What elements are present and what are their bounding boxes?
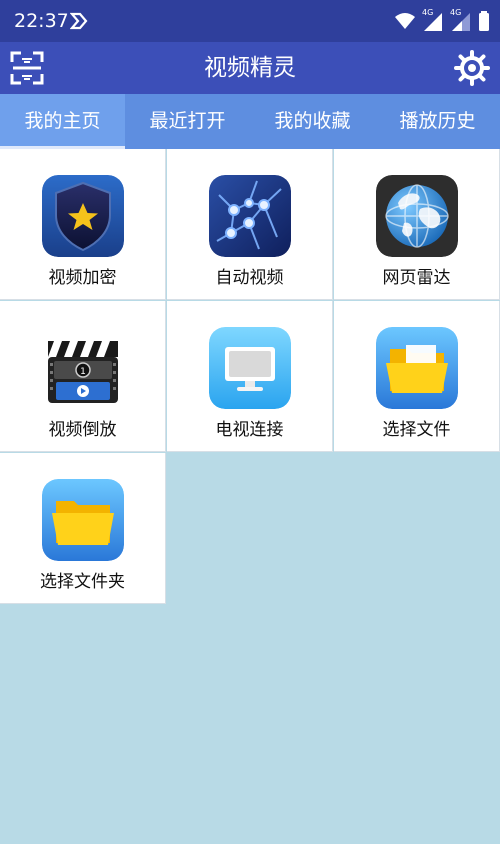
feature-grid: 视频加密 自动视频 网页雷达 1 视频倒放 电视连接 选择文件 选择文件夹 — [0, 149, 500, 604]
globe-icon — [375, 175, 458, 257]
signal-1: 4G — [422, 8, 444, 31]
page-title: 视频精灵 — [204, 55, 296, 81]
svg-text:1: 1 — [80, 367, 86, 377]
network-type-2: 4G — [450, 8, 462, 17]
tab-favorites[interactable]: 我的收藏 — [250, 94, 375, 149]
grid-item-label: 网页雷达 — [382, 268, 451, 288]
grid-item-video-encrypt[interactable]: 视频加密 — [0, 149, 166, 300]
status-icons: 4G 4G — [394, 8, 490, 32]
settings-button[interactable] — [454, 50, 490, 86]
grid-item-select-file[interactable]: 选择文件 — [334, 301, 500, 452]
grid-item-auto-video[interactable]: 自动视频 — [167, 149, 333, 300]
network-graph-icon — [208, 175, 291, 257]
gear-icon — [454, 50, 490, 86]
folder-icon — [41, 479, 124, 561]
grid-item-video-reverse[interactable]: 1 视频倒放 — [0, 301, 166, 452]
grid-item-tv-connect[interactable]: 电视连接 — [167, 301, 333, 452]
tab-recent[interactable]: 最近打开 — [125, 94, 250, 149]
tab-home[interactable]: 我的主页 — [0, 94, 125, 149]
app-bar: 视频精灵 — [0, 42, 500, 94]
film-clapper-icon: 1 — [42, 327, 124, 409]
grid-item-web-radar[interactable]: 网页雷达 — [334, 149, 500, 300]
app-notification-icon — [70, 12, 88, 30]
grid-item-label: 自动视频 — [215, 268, 284, 288]
network-type-1: 4G — [422, 8, 434, 17]
grid-item-label: 视频加密 — [48, 268, 117, 288]
tab-bar: 我的主页 最近打开 我的收藏 播放历史 — [0, 94, 500, 149]
status-time: 22:37 — [14, 10, 69, 32]
grid-item-select-folder[interactable]: 选择文件夹 — [0, 453, 166, 604]
status-bar: 22:37 4G 4G — [0, 0, 500, 42]
grid-item-label: 电视连接 — [215, 420, 284, 440]
tab-history[interactable]: 播放历史 — [375, 94, 500, 149]
battery-icon — [479, 11, 489, 31]
grid-item-label: 选择文件 — [382, 420, 451, 440]
monitor-icon — [208, 327, 291, 409]
wifi-icon — [395, 13, 415, 29]
grid-item-label: 选择文件夹 — [40, 572, 125, 592]
shield-star-icon — [41, 175, 124, 257]
folder-icon — [375, 327, 458, 409]
grid-item-label: 视频倒放 — [48, 420, 117, 440]
scan-button[interactable] — [10, 51, 44, 85]
signal-2: 4G — [450, 8, 472, 31]
